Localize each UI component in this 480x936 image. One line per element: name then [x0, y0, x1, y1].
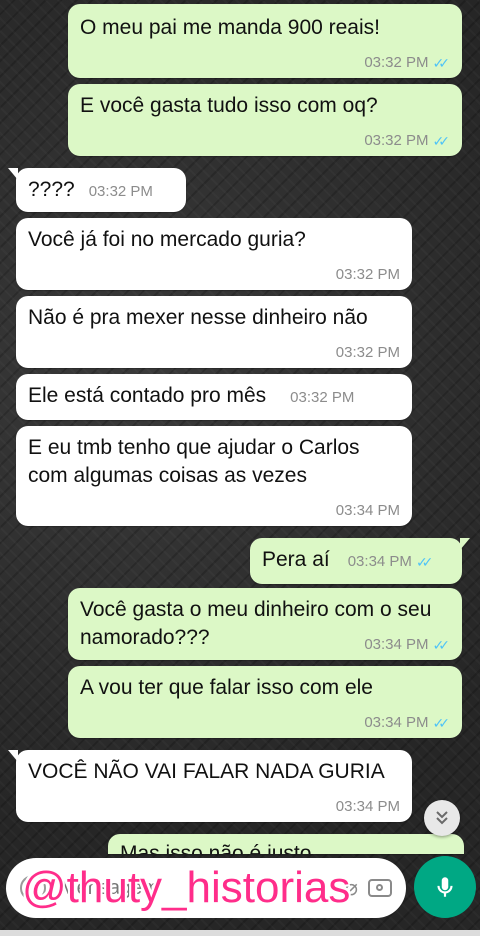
message-meta: 03:32 PM	[89, 183, 153, 201]
message-time: 03:32 PM	[335, 266, 400, 283]
message-text: A vou ter que falar isso com ele	[80, 676, 373, 699]
message-meta: 03:32 PM	[290, 389, 354, 407]
scroll-to-bottom-button[interactable]	[424, 800, 460, 836]
message-meta: 03:34 PM ✓✓	[348, 553, 434, 571]
message-time: 03:34 PM	[335, 798, 400, 815]
message-bubble-outgoing[interactable]: E você gasta tudo isso com oq? 03:32 PM ✓…	[68, 84, 462, 156]
message-text: Você já foi no mercado guria?	[28, 228, 306, 251]
read-receipt-icon: ✓✓	[415, 554, 434, 570]
message-text: Ele está contado pro mês	[28, 384, 267, 407]
message-meta: 03:34 PM ✓✓	[364, 714, 450, 732]
message-bubble-incoming[interactable]: E eu tmb tenho que ajudar o Carlos com a…	[16, 426, 412, 526]
message-time: 03:34 PM	[364, 714, 429, 731]
message-bubble-incoming[interactable]: ???? 03:32 PM	[8, 168, 186, 212]
message-meta: 03:32 PM ✓✓	[364, 54, 450, 72]
message-bubble-outgoing[interactable]: Pera aí 03:34 PM ✓✓	[250, 538, 470, 584]
message-time: 03:32 PM	[88, 183, 153, 200]
paperclip-icon[interactable]: ⌀	[345, 875, 358, 901]
read-receipt-icon: ✓✓	[432, 715, 451, 731]
message-meta: 03:32 PM	[336, 266, 400, 284]
message-meta: 03:34 PM	[336, 502, 400, 520]
message-text: E você gasta tudo isso com oq?	[80, 94, 378, 117]
message-time: 03:32 PM	[364, 132, 429, 149]
bottom-edge	[0, 930, 480, 936]
message-meta: 03:34 PM	[336, 798, 400, 816]
message-time: 03:32 PM	[335, 344, 400, 361]
read-receipt-icon: ✓✓	[432, 55, 451, 71]
mic-button[interactable]	[414, 856, 476, 918]
message-time: 03:34 PM	[364, 636, 429, 653]
message-meta: 03:32 PM ✓✓	[364, 132, 450, 150]
message-bubble-outgoing[interactable]: O meu pai me manda 900 reais! 03:32 PM ✓✓	[68, 4, 462, 78]
message-text: Pera aí	[262, 548, 330, 571]
message-composer[interactable]: ⌀	[6, 858, 406, 918]
message-time: 03:34 PM	[347, 553, 412, 570]
message-text: Mas isso não é justo	[120, 842, 312, 854]
message-text: Não é pra mexer nesse dinheiro não	[28, 306, 368, 329]
message-time: 03:32 PM	[290, 389, 355, 406]
message-time: 03:32 PM	[364, 54, 429, 71]
message-bubble-incoming[interactable]: Não é pra mexer nesse dinheiro não 03:32…	[16, 296, 412, 368]
message-meta: 03:32 PM	[336, 344, 400, 362]
message-input[interactable]	[58, 875, 335, 901]
message-bubble-outgoing-partial[interactable]: Mas isso não é justo	[108, 834, 464, 854]
message-bubble-outgoing[interactable]: A vou ter que falar isso com ele 03:34 P…	[68, 666, 462, 738]
message-meta: 03:34 PM ✓✓	[364, 636, 450, 654]
message-text: E eu tmb tenho que ajudar o Carlos com a…	[28, 436, 366, 487]
message-bubble-incoming[interactable]: Ele está contado pro mês 03:32 PM	[16, 374, 412, 420]
message-text: O meu pai me manda 900 reais!	[80, 16, 380, 39]
message-time: 03:34 PM	[335, 502, 400, 519]
emoji-icon[interactable]	[20, 875, 46, 901]
read-receipt-icon: ✓✓	[432, 637, 451, 653]
read-receipt-icon: ✓✓	[432, 133, 451, 149]
message-text: VOCÊ NÃO VAI FALAR NADA GURIA	[28, 760, 385, 783]
message-bubble-outgoing[interactable]: Você gasta o meu dinheiro com o seu namo…	[68, 588, 462, 660]
message-text: ????	[28, 178, 75, 201]
mic-icon	[437, 877, 453, 897]
camera-icon[interactable]	[368, 879, 392, 897]
message-bubble-incoming[interactable]: VOCÊ NÃO VAI FALAR NADA GURIA 03:34 PM	[8, 750, 412, 822]
message-bubble-incoming[interactable]: Você já foi no mercado guria? 03:32 PM	[16, 218, 412, 290]
chevron-double-down-icon	[436, 811, 448, 825]
